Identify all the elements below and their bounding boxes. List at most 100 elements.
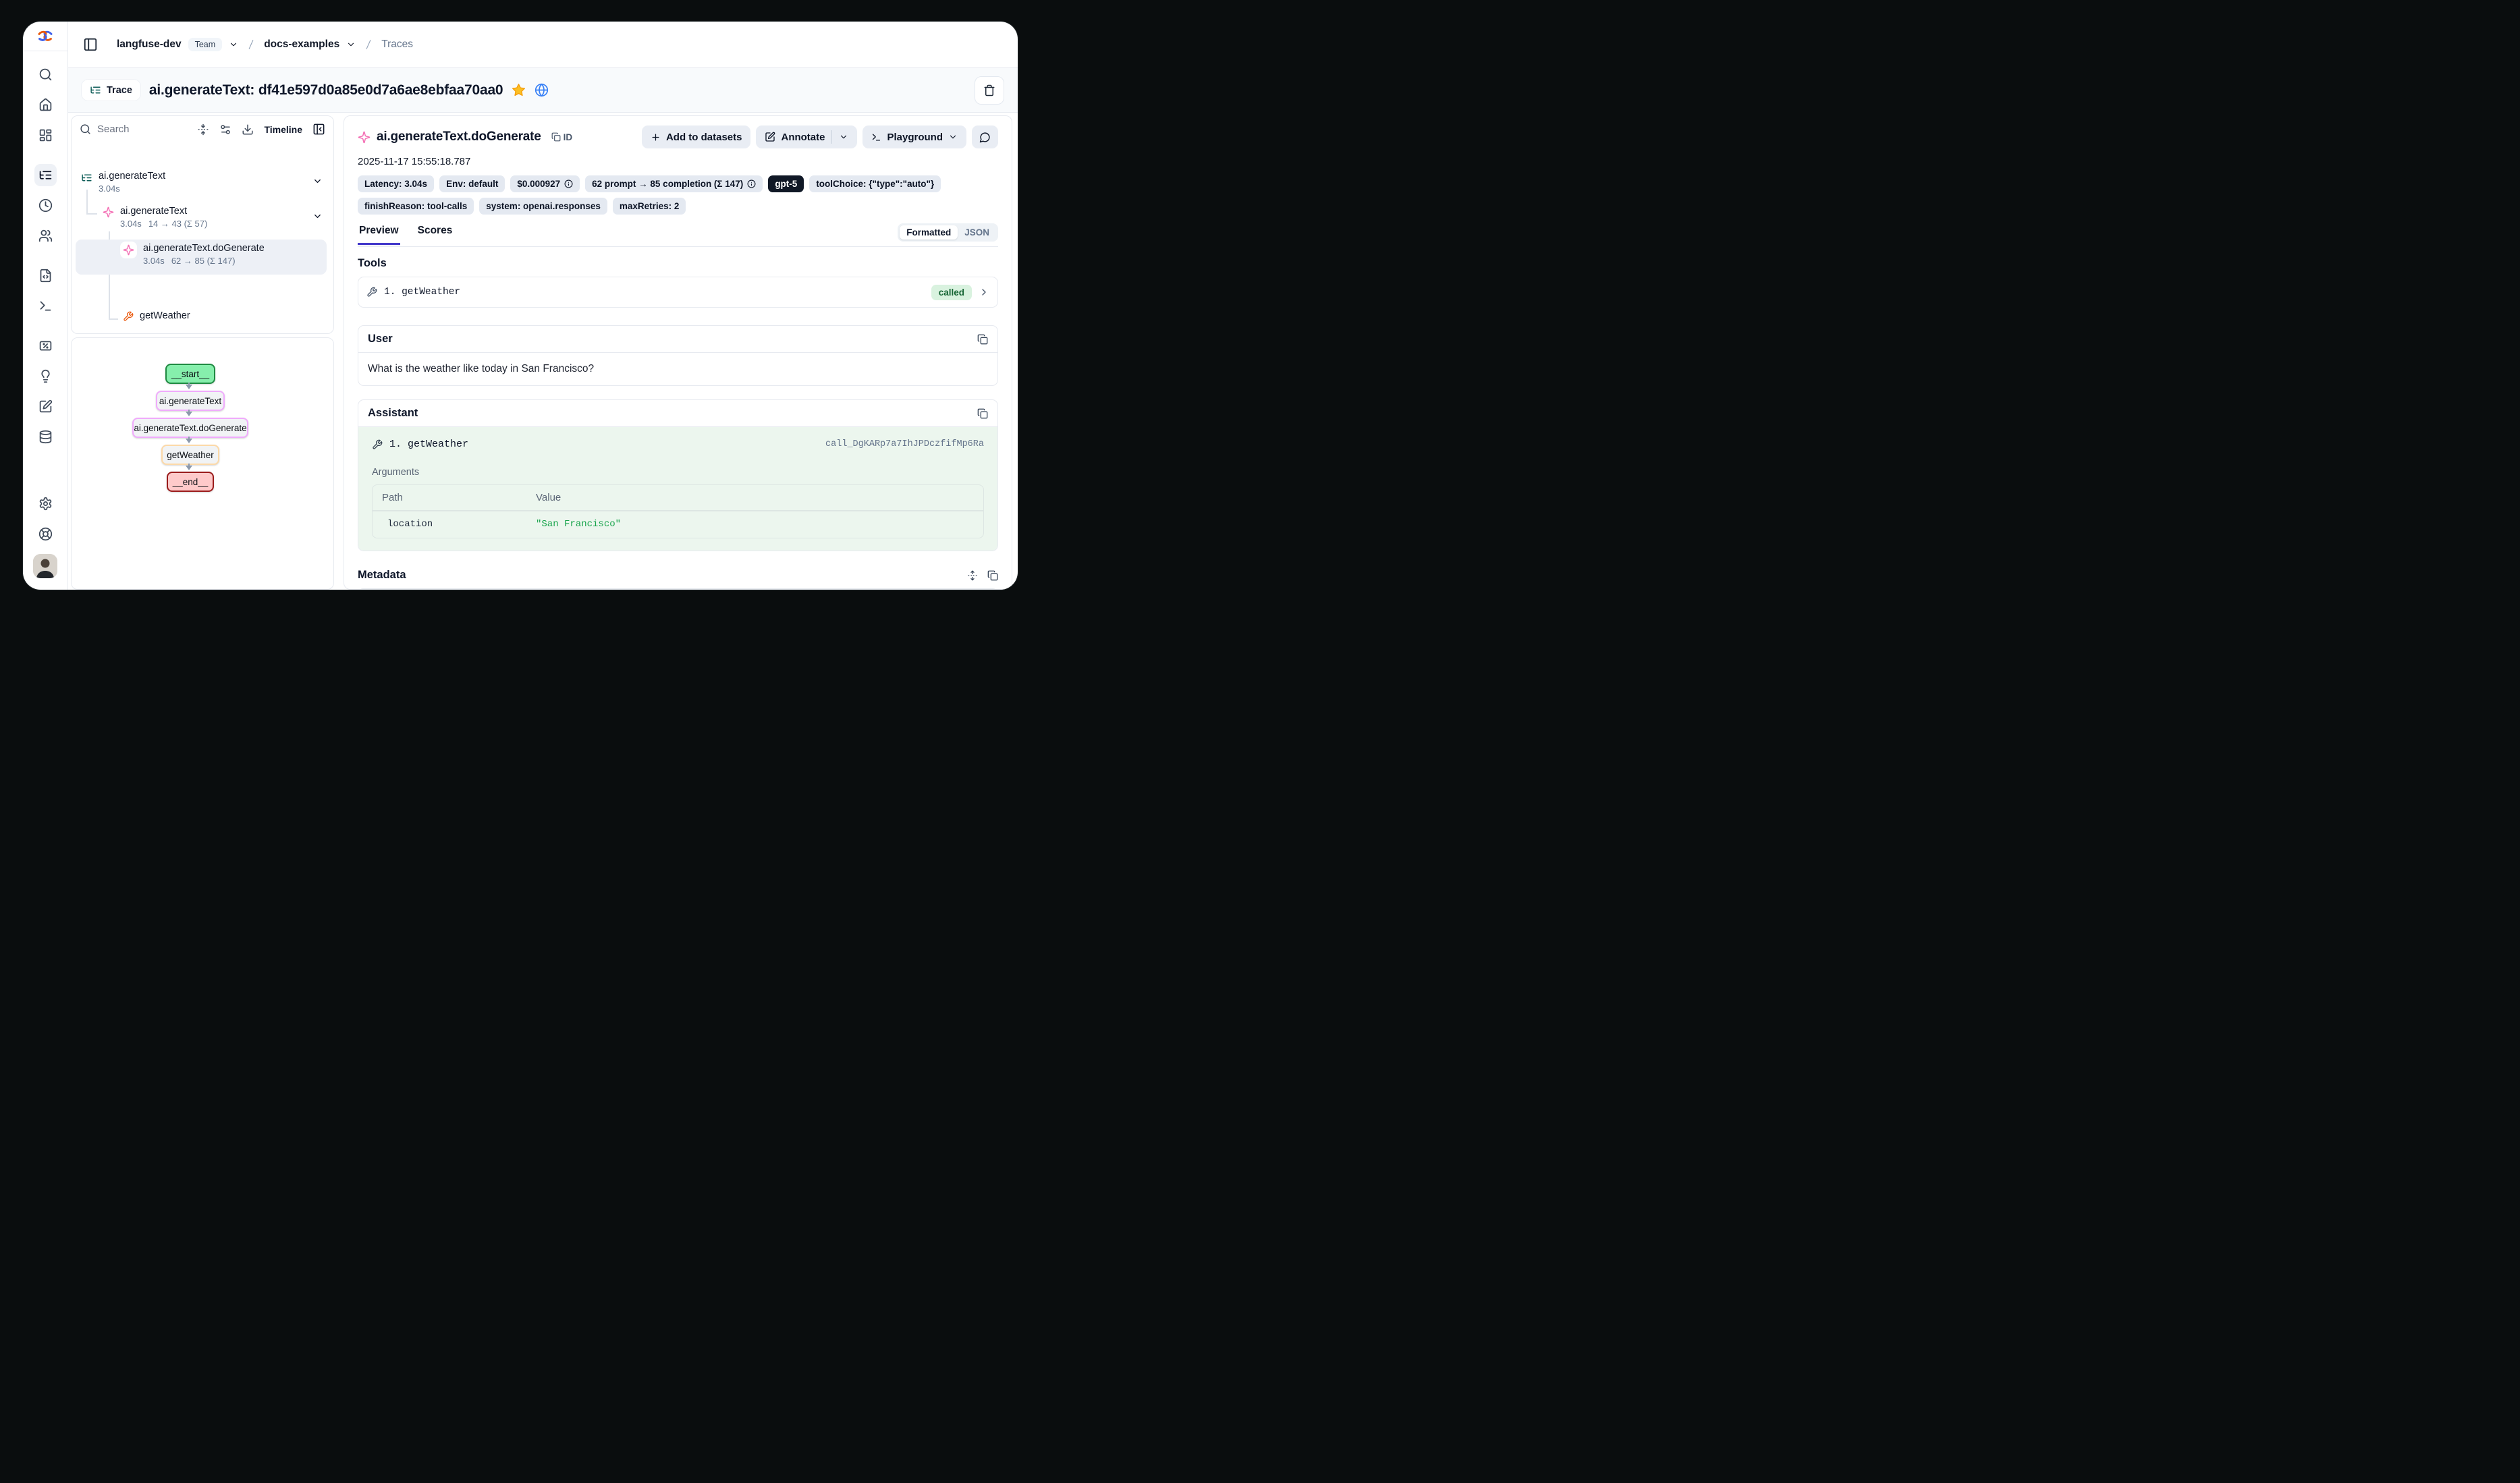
env-badge: Env: default	[439, 175, 505, 192]
expand-icon[interactable]	[967, 570, 978, 581]
assistant-section-title: Assistant	[368, 407, 418, 420]
copy-icon[interactable]	[977, 334, 988, 345]
annotate-button[interactable]: Annotate	[756, 125, 857, 148]
trace-title: ai.generateText: df41e597d0a85e0d7a6ae8e…	[149, 82, 503, 99]
search-icon[interactable]	[23, 59, 67, 90]
user-section: User What is the weather like today in S…	[358, 325, 998, 386]
team-badge: Team	[188, 38, 223, 51]
finishreason-badge: finishReason: tool-calls	[358, 198, 474, 215]
tab-scores[interactable]: Scores	[416, 225, 454, 245]
bookmark-star-icon[interactable]	[512, 83, 526, 97]
graph-arrow	[188, 383, 190, 388]
timeline-toggle[interactable]: Timeline	[264, 124, 302, 135]
format-toggle: Formatted JSON	[898, 223, 998, 242]
delete-trace-button[interactable]	[975, 76, 1004, 105]
graph-node-end[interactable]: __end__	[167, 472, 214, 492]
trace-type-badge: Trace	[82, 80, 140, 101]
playground-button[interactable]: Playground	[862, 125, 966, 148]
observation-header: ai.generateText.doGenerate ID Add to dat…	[358, 125, 998, 148]
public-globe-icon[interactable]	[535, 83, 549, 97]
breadcrumb-project[interactable]: langfuse-dev	[117, 38, 182, 51]
graph-arrow	[188, 464, 190, 469]
comment-button[interactable]	[972, 125, 998, 148]
tools-section-title: Tools	[358, 257, 998, 270]
langfuse-logo[interactable]	[23, 22, 67, 51]
sessions-icon[interactable]	[23, 190, 67, 221]
badges-row-1: Latency: 3.04s Env: default $0.000927 62…	[358, 175, 998, 192]
tree-row-getweather[interactable]: getWeather	[123, 310, 190, 322]
model-badge[interactable]: gpt-5	[768, 175, 804, 192]
copy-id-button[interactable]: ID	[551, 132, 573, 142]
arguments-col-path: Path	[382, 492, 536, 503]
info-icon	[564, 179, 573, 188]
users-icon[interactable]	[23, 221, 67, 251]
tab-preview[interactable]: Preview	[358, 225, 400, 245]
tree-row-dogenerate-selected[interactable]: ai.generateText.doGenerate 3.04s62 → 85 …	[120, 243, 265, 266]
copy-icon[interactable]	[977, 408, 988, 419]
chevron-down-icon[interactable]	[346, 40, 356, 49]
panel-left-toggle-icon[interactable]	[83, 37, 98, 52]
format-json[interactable]: JSON	[958, 225, 996, 240]
tool-list-item[interactable]: 1. getWeather called	[358, 277, 998, 308]
insights-icon[interactable]	[23, 361, 67, 391]
system-badge: system: openai.responses	[479, 198, 607, 215]
breadcrumb-page[interactable]: Traces	[381, 38, 413, 51]
support-icon[interactable]	[23, 519, 67, 549]
workspace: Timeline	[68, 113, 1018, 590]
detail-tabs: Preview Scores Formatted JSON	[358, 223, 998, 247]
maxretries-badge: maxRetries: 2	[613, 198, 686, 215]
observation-title: ai.generateText.doGenerate	[377, 130, 541, 144]
chevron-down-icon[interactable]	[229, 40, 238, 49]
collapse-all-icon[interactable]	[197, 123, 209, 136]
chevron-down-icon	[839, 132, 848, 142]
generation-icon	[103, 206, 114, 218]
copy-icon[interactable]	[987, 570, 998, 581]
tracing-icon-active[interactable]	[23, 160, 67, 190]
tree-toolbar: Timeline	[72, 116, 333, 138]
sidebar	[23, 22, 68, 590]
cost-badge[interactable]: $0.000927	[510, 175, 580, 192]
arguments-col-value: Value	[536, 492, 974, 503]
chevron-down-icon[interactable]	[312, 211, 323, 221]
metadata-header: Metadata	[358, 569, 998, 582]
wrench-icon	[123, 311, 134, 322]
breadcrumb-separator	[362, 37, 375, 52]
breadcrumb-environment[interactable]: docs-examples	[264, 38, 339, 51]
settings-icon[interactable]	[23, 488, 67, 519]
metadata-table: Path Value	[358, 588, 998, 590]
tree-row-generation[interactable]: ai.generateText 3.04s14 → 43 (Σ 57)	[103, 206, 207, 229]
metadata-section-title: Metadata	[358, 569, 406, 582]
home-icon[interactable]	[23, 90, 67, 120]
tree-row-trace[interactable]: ai.generateText 3.04s	[81, 171, 165, 194]
graph-node-generatetext[interactable]: ai.generateText	[156, 391, 225, 411]
prompts-icon[interactable]	[23, 260, 67, 291]
annotation-icon[interactable]	[23, 391, 67, 422]
chevron-down-icon[interactable]	[312, 176, 323, 186]
avatar[interactable]	[23, 549, 67, 583]
dashboards-icon[interactable]	[23, 120, 67, 150]
view-settings-icon[interactable]	[219, 123, 231, 136]
datasets-icon[interactable]	[23, 422, 67, 452]
tree-connector	[86, 213, 97, 215]
tokens-badge[interactable]: 62 prompt → 85 completion (Σ 147)	[585, 175, 763, 192]
format-formatted[interactable]: Formatted	[900, 225, 958, 240]
app-window: langfuse-dev Team docs-examples Traces T…	[23, 22, 1018, 590]
graph-node-start[interactable]: __start__	[165, 364, 215, 384]
playground-icon[interactable]	[23, 291, 67, 321]
search-icon	[80, 123, 91, 135]
download-icon[interactable]	[242, 123, 254, 136]
breadcrumb-separator	[245, 37, 257, 52]
generation-icon	[358, 131, 371, 144]
tool-call-id: call_DgKARp7a7IhJPDczfifMp6Ra	[825, 439, 984, 449]
graph-node-getweather[interactable]: getWeather	[161, 445, 219, 465]
evaluation-icon[interactable]	[23, 331, 67, 361]
trace-title-bar: Trace ai.generateText: df41e597d0a85e0d7…	[68, 68, 1018, 113]
search-input[interactable]	[96, 123, 173, 136]
user-message: What is the weather like today in San Fr…	[358, 353, 997, 385]
trace-tree-card: Timeline	[71, 115, 334, 334]
graph-node-dogenerate[interactable]: ai.generateText.doGenerate	[132, 418, 248, 438]
add-to-datasets-button[interactable]: Add to datasets	[642, 125, 751, 148]
argument-path: location	[382, 519, 536, 530]
panel-collapse-icon[interactable]	[312, 123, 325, 136]
observation-timestamp: 2025-11-17 15:55:18.787	[358, 156, 998, 167]
